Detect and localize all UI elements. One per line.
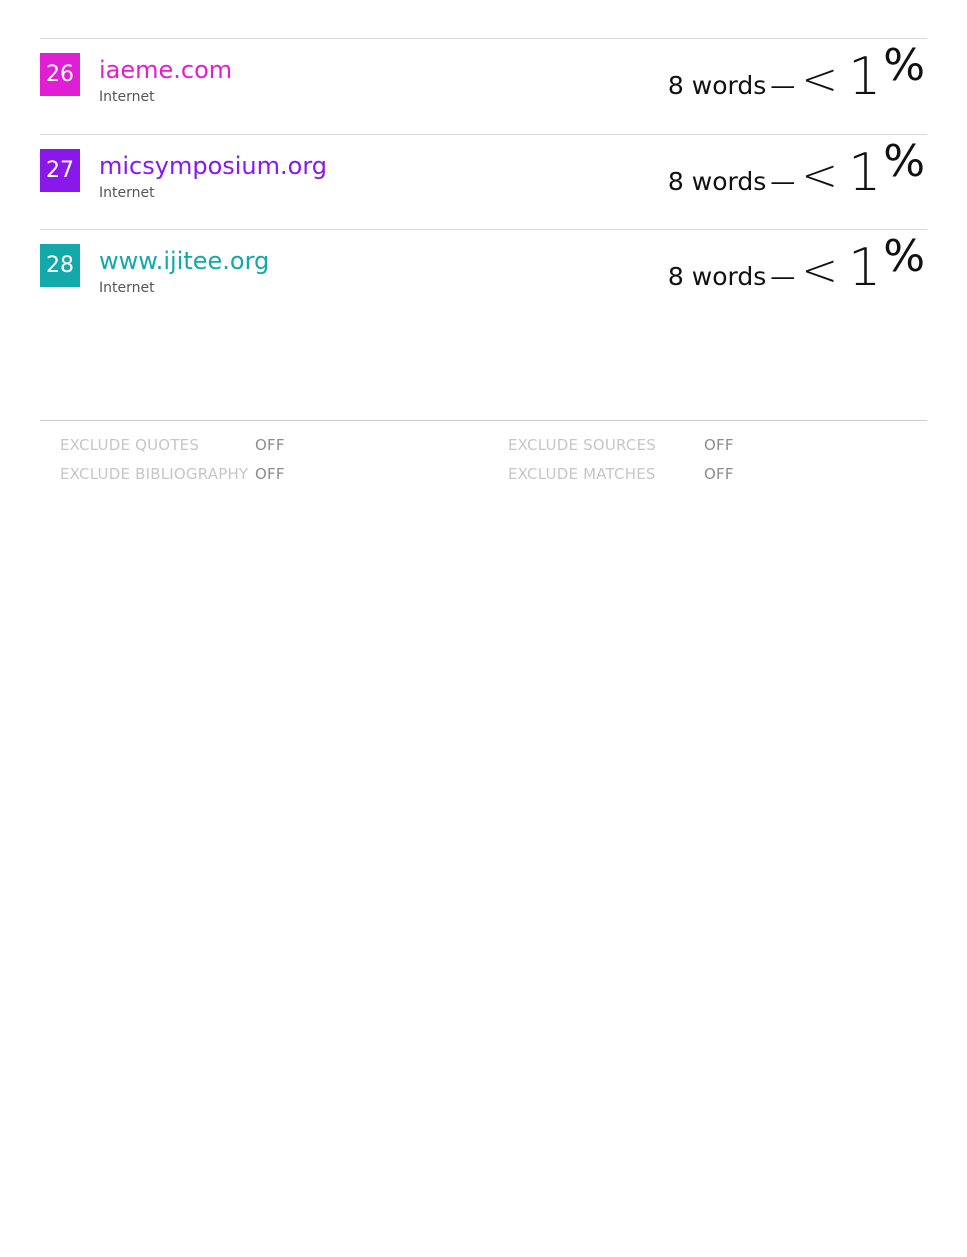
source-row[interactable]: 26 iaeme.com Internet 8 words — <1% xyxy=(40,38,927,134)
source-type-label: Internet xyxy=(99,185,155,201)
match-percentage: 8 words — <1% xyxy=(667,136,925,203)
less-than-sign: < xyxy=(801,54,839,105)
source-type-label: Internet xyxy=(99,280,155,296)
word-count: 8 words xyxy=(667,167,767,196)
word-count: 8 words xyxy=(667,262,767,291)
match-percentage: 8 words — <1% xyxy=(667,231,925,298)
source-number-badge: 26 xyxy=(40,53,80,96)
exclude-bibliography-value: OFF xyxy=(255,465,285,483)
separator-dash: — xyxy=(770,167,796,196)
exclude-bibliography-label: EXCLUDE BIBLIOGRAPHY xyxy=(60,465,249,483)
exclusion-settings: EXCLUDE QUOTES OFF EXCLUDE BIBLIOGRAPHY … xyxy=(40,420,927,501)
exclude-matches-label: EXCLUDE MATCHES xyxy=(508,465,656,483)
percent-sign: % xyxy=(883,40,925,91)
exclude-matches-value: OFF xyxy=(704,465,734,483)
source-name-link[interactable]: micsymposium.org xyxy=(99,150,327,182)
percent-value: 1 xyxy=(848,238,882,298)
separator-dash: — xyxy=(770,71,796,100)
percent-sign: % xyxy=(883,231,925,282)
source-type-label: Internet xyxy=(99,89,155,105)
source-number-badge: 28 xyxy=(40,244,80,287)
source-list: 26 iaeme.com Internet 8 words — <1% 27 mic… xyxy=(40,38,927,324)
source-row[interactable]: 27 micsymposium.org Internet 8 words — <1% xyxy=(40,134,927,229)
word-count: 8 words xyxy=(667,71,767,100)
exclude-sources-label: EXCLUDE SOURCES xyxy=(508,436,656,454)
source-name-link[interactable]: www.ijitee.org xyxy=(99,245,269,277)
source-name-link[interactable]: iaeme.com xyxy=(99,54,232,86)
exclude-quotes-label: EXCLUDE QUOTES xyxy=(60,436,200,454)
less-than-sign: < xyxy=(801,150,839,201)
separator-dash: — xyxy=(770,262,796,291)
source-row[interactable]: 28 www.ijitee.org Internet 8 words — <1% xyxy=(40,229,927,324)
less-than-sign: < xyxy=(801,245,839,296)
exclude-sources-value: OFF xyxy=(704,436,734,454)
percent-sign: % xyxy=(883,136,925,187)
source-number-badge: 27 xyxy=(40,149,80,192)
percent-value: 1 xyxy=(848,143,882,203)
match-percentage: 8 words — <1% xyxy=(667,40,925,107)
exclude-quotes-value: OFF xyxy=(255,436,285,454)
percent-value: 1 xyxy=(848,47,882,107)
